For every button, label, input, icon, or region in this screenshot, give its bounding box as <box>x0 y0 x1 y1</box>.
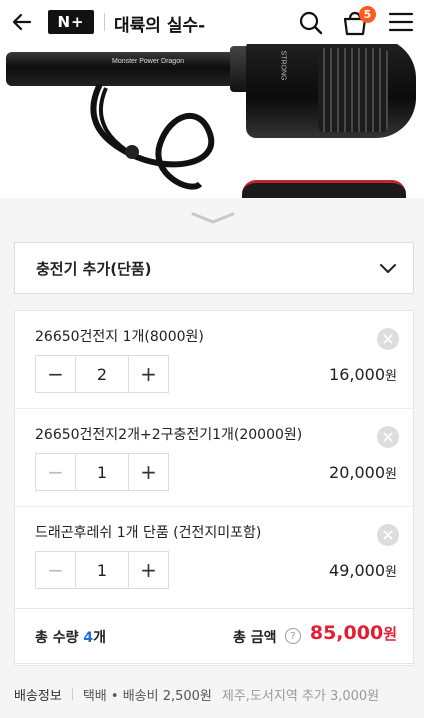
cart-button[interactable]: 5 <box>340 6 376 38</box>
shipping-extra-fee: 제주,도서지역 추가 3,000원 <box>221 688 380 704</box>
cart-count-badge: 5 <box>359 6 376 23</box>
header-divider <box>104 13 105 31</box>
total-amount-label: 총 금액 <box>233 630 277 646</box>
back-button[interactable] <box>8 8 36 36</box>
remove-option-button[interactable] <box>377 426 399 448</box>
chevron-down-icon <box>191 212 235 224</box>
shipping-divider <box>71 688 73 700</box>
list-item: 26650건전지 1개(8000원) − 2 + 16,000원 <box>15 311 413 409</box>
option-price: 16,000원 <box>329 365 397 384</box>
naver-plus-logo[interactable]: N+ <box>48 10 94 34</box>
shipping-info: 배송정보 택배 • 배송비 2,500원 제주,도서지역 추가 3,000원 <box>14 684 414 704</box>
order-total-bar: 총 수량 4개 총 금액 ? 85,000원 <box>14 608 414 664</box>
increase-button[interactable]: + <box>129 552 168 588</box>
help-icon[interactable]: ? <box>285 628 301 644</box>
option-name: 26650건전지2개+2구충전기1개(20000원) <box>35 427 303 443</box>
top-header: N+ 대륙의 실수- 5 <box>0 0 424 44</box>
close-icon <box>383 530 393 540</box>
option-price-value: 49,000 <box>329 561 386 580</box>
search-button[interactable] <box>296 8 326 38</box>
hamburger-menu-icon <box>388 12 414 32</box>
close-icon <box>383 334 393 344</box>
quantity-stepper: − 1 + <box>35 453 169 491</box>
menu-button[interactable] <box>388 10 414 34</box>
decrease-button[interactable]: − <box>36 356 75 392</box>
option-price-unit: 원 <box>385 565 397 580</box>
total-amount-value: 85,000 <box>309 622 384 644</box>
remove-option-button[interactable] <box>377 524 399 546</box>
product-image: Monster Power Dragon STRONG <box>0 44 424 198</box>
arrow-left-icon <box>12 13 32 31</box>
flashlight-label: Monster Power Dragon <box>112 58 184 65</box>
total-amount: 85,000원 <box>310 622 397 644</box>
option-price: 49,000원 <box>329 561 397 580</box>
total-quantity: 총 수량 4개 <box>35 627 106 647</box>
carry-case-image <box>242 180 406 198</box>
store-name[interactable]: 대륙의 실수- <box>114 11 205 36</box>
remove-option-button[interactable] <box>377 328 399 350</box>
quantity-stepper: − 2 + <box>35 355 169 393</box>
option-select-label: 충전기 추가(단품) <box>36 259 152 278</box>
decrease-button[interactable]: − <box>36 552 75 588</box>
flashlight-large-label: STRONG <box>279 50 287 81</box>
option-sheet: 충전기 추가(단품) 26650건전지 1개(8000원) − 2 + 16,0… <box>0 198 424 718</box>
lanyard-image <box>90 84 215 190</box>
quantity-value[interactable]: 2 <box>75 356 129 392</box>
option-price-value: 16,000 <box>329 365 386 384</box>
option-name: 드래곤후레쉬 1개 단품 (건전지미포함) <box>35 525 262 541</box>
close-icon <box>383 432 393 442</box>
search-icon <box>299 11 323 35</box>
total-amount-unit: 원 <box>383 625 397 643</box>
decrease-button[interactable]: − <box>36 454 75 490</box>
chevron-down-icon <box>380 264 396 273</box>
quantity-value[interactable]: 1 <box>75 552 129 588</box>
option-price-unit: 원 <box>385 369 397 384</box>
quantity-stepper: − 1 + <box>35 551 169 589</box>
option-price-value: 20,000 <box>329 463 386 482</box>
total-quantity-value: 4 <box>83 630 94 646</box>
option-price: 20,000원 <box>329 463 397 482</box>
quantity-value[interactable]: 1 <box>75 454 129 490</box>
total-quantity-suffix: 개 <box>93 630 107 646</box>
shipping-label: 배송정보 <box>14 688 62 704</box>
logo-text: N+ <box>48 10 94 34</box>
option-name: 26650건전지 1개(8000원) <box>35 329 204 345</box>
list-item: 26650건전지2개+2구충전기1개(20000원) − 1 + 20,000원 <box>15 409 413 507</box>
increase-button[interactable]: + <box>129 356 168 392</box>
total-quantity-prefix: 총 수량 <box>35 630 84 646</box>
option-price-unit: 원 <box>385 467 397 482</box>
list-item: 드래곤후레쉬 1개 단품 (건전지미포함) − 1 + 49,000원 <box>15 507 413 605</box>
shipping-method: 택배 • 배송비 2,500원 <box>82 688 212 704</box>
flashlight-fins <box>318 48 388 132</box>
sheet-collapse-handle[interactable] <box>190 210 236 226</box>
increase-button[interactable]: + <box>129 454 168 490</box>
option-select[interactable]: 충전기 추가(단품) <box>14 242 414 294</box>
